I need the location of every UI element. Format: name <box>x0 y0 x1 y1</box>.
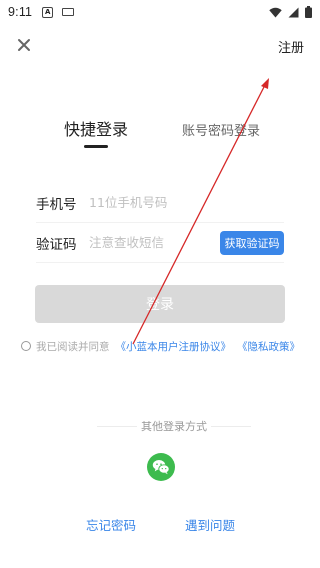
bottom-links: 忘记密码 遇到问题 <box>0 515 320 533</box>
forgot-password-link[interactable]: 忘记密码 <box>86 515 136 534</box>
divider-line-right <box>211 425 251 427</box>
user-agreement-link[interactable]: 《小蓝本用户注册协议》 <box>116 339 232 354</box>
status-time: 9:11 <box>8 5 33 19</box>
status-bar: 9:11 A <box>0 0 320 24</box>
get-code-button[interactable]: 获取验证码 <box>220 231 284 255</box>
phone-row: 手机号 <box>36 183 284 223</box>
other-login-divider: 其他登录方式 <box>97 418 251 434</box>
close-button[interactable] <box>15 36 33 54</box>
privacy-policy-link[interactable]: 《隐私政策》 <box>237 339 300 354</box>
status-system-icons <box>269 6 312 18</box>
wifi-icon <box>269 7 282 17</box>
divider-line-left <box>97 425 137 427</box>
other-login-label: 其他登录方式 <box>141 420 207 433</box>
battery-icon <box>305 6 312 18</box>
close-icon <box>18 39 30 51</box>
top-bar: 注册 <box>0 34 320 58</box>
agreement-prefix: 我已阅读并同意 <box>36 340 110 353</box>
status-notification-icons: A <box>42 6 75 18</box>
phone-input[interactable] <box>89 195 209 210</box>
phone-label: 手机号 <box>36 196 77 213</box>
keyboard-icon <box>62 8 75 16</box>
tab-quick-login[interactable]: 快捷登录 <box>64 116 128 140</box>
agreement-checkbox[interactable] <box>21 341 31 351</box>
register-link[interactable]: 注册 <box>278 37 304 56</box>
wechat-login-button[interactable] <box>147 453 175 481</box>
annotation-arrow <box>132 78 269 345</box>
app-notification-icon-letter: A <box>44 7 51 16</box>
code-label: 验证码 <box>36 236 77 253</box>
code-row: 验证码 获取验证码 <box>36 223 284 263</box>
agreement-row: 我已阅读并同意 《小蓝本用户注册协议》 《隐私政策》 <box>21 338 300 354</box>
tab-password-login[interactable]: 账号密码登录 <box>182 120 260 139</box>
app-notification-icon: A <box>42 6 54 18</box>
wechat-icon <box>152 460 170 475</box>
help-problem-link[interactable]: 遇到问题 <box>185 515 235 534</box>
active-tab-indicator <box>84 145 108 148</box>
code-input[interactable] <box>89 235 209 250</box>
login-tabs: 快捷登录 账号密码登录 <box>0 116 320 150</box>
login-button[interactable]: 登录 <box>35 285 285 323</box>
signal-icon <box>288 7 299 17</box>
